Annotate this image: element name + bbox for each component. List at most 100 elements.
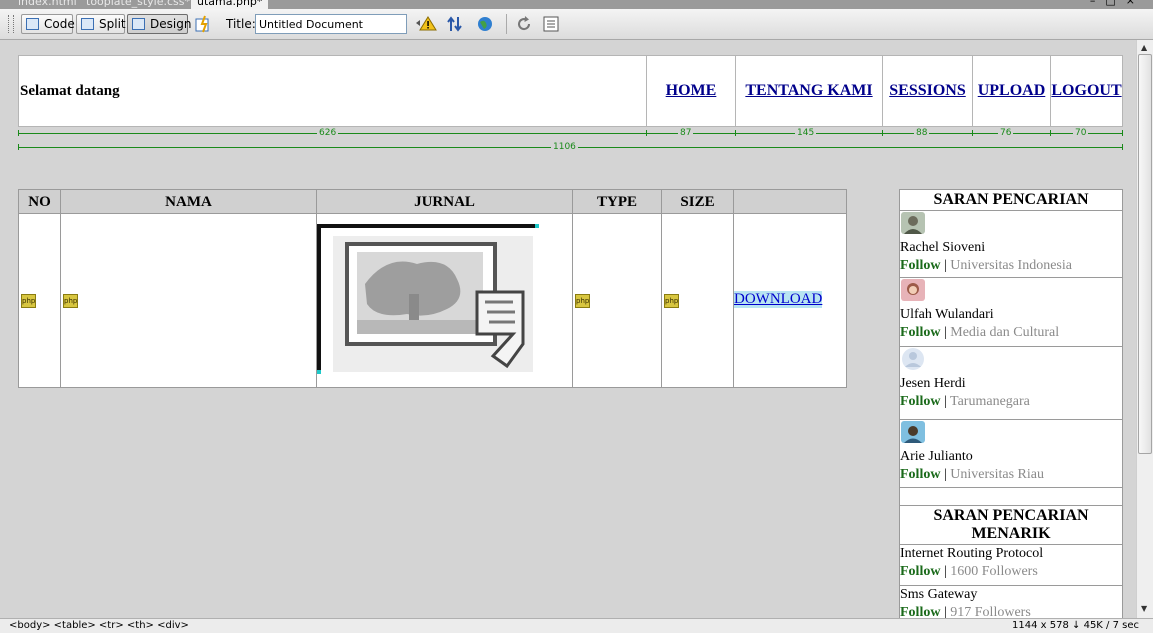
col-header-nama: NAMA — [61, 190, 317, 214]
person-name[interactable]: Ulfah Wulandari — [900, 306, 1122, 324]
scroll-thumb[interactable] — [1138, 54, 1152, 454]
design-view-button[interactable]: Design — [127, 14, 192, 34]
follow-link[interactable]: Follow — [900, 258, 940, 273]
cell-no: php — [19, 214, 61, 387]
preview-browser-icon[interactable] — [476, 15, 498, 33]
ruler-label-col6[interactable]: 70 — [1073, 128, 1089, 138]
doc-tab-utama[interactable]: utama.php* — [191, 0, 269, 9]
ruler-tick — [1050, 130, 1051, 136]
topic-followers: 917 Followers — [950, 605, 1031, 618]
code-icon — [26, 18, 39, 30]
nav-logout-link[interactable]: LOGOUT — [1051, 82, 1122, 100]
tag-selector[interactable]: <body> <table> <tr> <th> <div> — [9, 619, 189, 633]
saran-pencarian-panel: SARAN PENCARIAN Rachel Sioveni Follow | … — [899, 189, 1123, 509]
php-code-icon[interactable]: php — [575, 294, 590, 308]
follow-link[interactable]: Follow — [900, 564, 940, 579]
php-code-icon[interactable]: php — [63, 294, 78, 308]
file-transfer-icon[interactable] — [446, 15, 468, 33]
follow-link[interactable]: Follow — [900, 394, 940, 409]
col-header-type: TYPE — [573, 190, 662, 214]
topic-followers: 1600 Followers — [950, 564, 1038, 579]
person-org: Tarumanegara — [950, 394, 1030, 409]
document-size-info: 1144 x 578 ↓ 45K / 7 sec — [1012, 620, 1139, 631]
nav-cell-logout: LOGOUT — [1051, 56, 1122, 126]
image-placeholder-icon[interactable] — [317, 224, 539, 374]
split-view-button[interactable]: Split — [76, 14, 126, 34]
avatar — [901, 212, 925, 234]
nav-cell-sessions: SESSIONS — [883, 56, 973, 126]
follow-link[interactable]: Follow — [900, 325, 940, 340]
code-label: Code — [44, 17, 75, 31]
title-label: Title: — [226, 17, 256, 31]
ruler-tick — [1122, 144, 1123, 150]
status-bar: <body> <table> <tr> <th> <div> 1144 x 57… — [0, 618, 1153, 633]
doc-tab-index[interactable]: index.html — [12, 0, 83, 9]
topic-name[interactable]: Sms Gateway — [900, 586, 1122, 604]
follow-row: Follow | 917 Followers — [900, 605, 1031, 618]
cell-jurnal — [317, 214, 573, 387]
person-org: Media dan Cultural — [950, 325, 1060, 340]
person-name[interactable]: Rachel Sioveni — [900, 239, 1122, 257]
design-label: Design — [150, 17, 192, 31]
cell-size: php — [662, 214, 734, 387]
topic-name[interactable]: Internet Routing Protocol — [900, 545, 1122, 563]
scroll-down-icon[interactable]: ▼ — [1141, 604, 1147, 613]
ruler-label-col5[interactable]: 76 — [998, 128, 1014, 138]
ruler-label-col2[interactable]: 87 — [678, 128, 694, 138]
nav-cell-tentang: TENTANG KAMI — [736, 56, 883, 126]
follow-row: Follow | 1600 Followers — [900, 564, 1038, 579]
doc-tab-css[interactable]: tooplate_style.css* — [80, 0, 196, 9]
code-view-button[interactable]: Code — [21, 14, 75, 34]
scroll-up-icon[interactable]: ▲ — [1141, 43, 1147, 52]
follow-link[interactable]: Follow — [900, 605, 940, 618]
nav-upload-link[interactable]: UPLOAD — [973, 82, 1050, 100]
col-header-size: SIZE — [662, 190, 734, 214]
design-view-canvas[interactable]: Selamat datang HOME TENTANG KAMI SESSION… — [0, 40, 1136, 618]
window-controls[interactable]: –□× — [1090, 0, 1145, 7]
avatar — [902, 348, 924, 370]
saran-menarik-title: SARAN PENCARIAN MENARIK — [900, 506, 1122, 545]
suggestion-person: Arie Julianto Follow | Universitas Riau — [900, 420, 1122, 488]
vertical-scrollbar[interactable]: ▲ ▼ — [1136, 40, 1153, 618]
person-name[interactable]: Arie Julianto — [900, 448, 1122, 466]
saran-menarik-panel: SARAN PENCARIAN MENARIK Internet Routing… — [899, 505, 1123, 618]
suggestion-person: Ulfah Wulandari Follow | Media dan Cultu… — [900, 278, 1122, 347]
ruler-label-col4[interactable]: 88 — [914, 128, 930, 138]
follow-row: Follow | Universitas Indonesia — [900, 258, 1072, 273]
journal-table: NO NAMA JURNAL TYPE SIZE php php php php… — [18, 189, 847, 388]
ruler-label-col3[interactable]: 145 — [795, 128, 817, 138]
php-code-icon[interactable]: php — [664, 294, 679, 308]
saran-pencarian-title: SARAN PENCARIAN — [900, 190, 1122, 211]
view-options-icon[interactable] — [542, 15, 566, 33]
follow-row: Follow | Universitas Riau — [900, 467, 1044, 482]
column-ruler — [18, 133, 1123, 134]
nav-cell-home: HOME — [647, 56, 736, 126]
design-icon — [132, 18, 145, 30]
nav-sessions-link[interactable]: SESSIONS — [883, 82, 972, 100]
suggestion-person: Jesen Herdi Follow | Tarumanegara — [900, 347, 1122, 420]
validate-icon[interactable] — [414, 15, 438, 33]
ruler-label-col1[interactable]: 626 — [317, 128, 339, 138]
toolbar-separator — [506, 14, 507, 34]
col-header-jurnal: JURNAL — [317, 190, 573, 214]
download-link[interactable]: DOWNLOAD — [734, 291, 823, 308]
ruler-tick — [18, 130, 19, 136]
php-code-icon[interactable]: php — [21, 294, 36, 308]
avatar — [901, 421, 925, 443]
welcome-text: Selamat datang — [20, 82, 120, 99]
person-org: Universitas Indonesia — [950, 258, 1072, 273]
nav-home-link[interactable]: HOME — [647, 82, 735, 100]
toolbar-grip[interactable] — [8, 15, 14, 33]
nav-cell-upload: UPLOAD — [973, 56, 1051, 126]
refresh-icon[interactable] — [515, 15, 533, 33]
ruler-label-total[interactable]: 1106 — [551, 142, 578, 152]
nav-tentang-kami-link[interactable]: TENTANG KAMI — [736, 82, 882, 100]
title-input[interactable] — [255, 14, 407, 34]
person-name[interactable]: Jesen Herdi — [900, 375, 1122, 393]
split-label: Split — [99, 17, 126, 31]
col-header-no: NO — [19, 190, 61, 214]
ruler-tick — [735, 130, 736, 136]
header-table: Selamat datang HOME TENTANG KAMI SESSION… — [18, 55, 1123, 127]
live-view-icon[interactable] — [195, 15, 213, 33]
follow-link[interactable]: Follow — [900, 467, 940, 482]
